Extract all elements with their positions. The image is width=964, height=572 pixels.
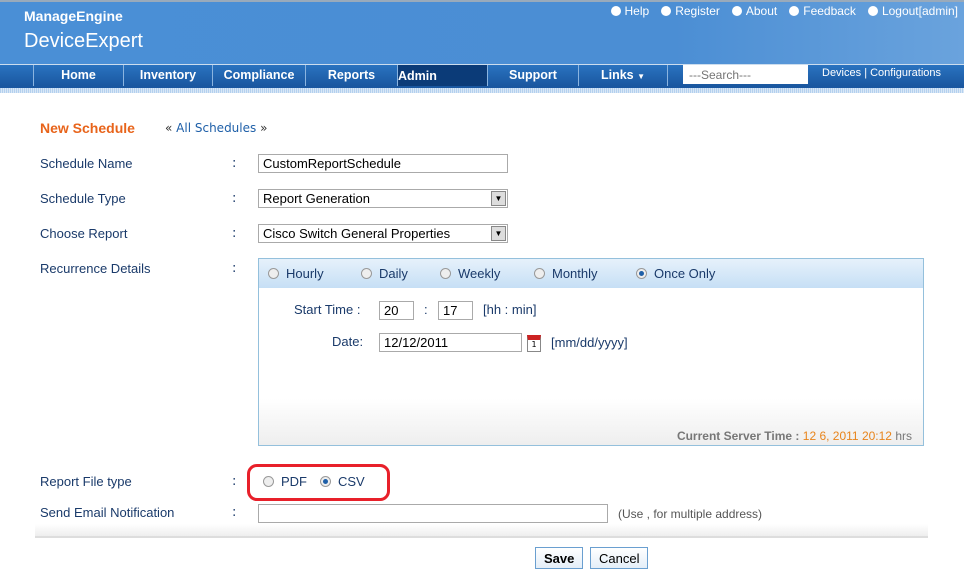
time-hint: [hh : min] (483, 302, 537, 317)
colon: : (232, 474, 237, 489)
recurrence-label: Recurrence Details (40, 261, 151, 276)
separator: | (864, 67, 868, 79)
configurations-link[interactable]: Configurations (870, 67, 941, 79)
page-title: New Schedule (40, 120, 135, 136)
tab-admin[interactable]: Admin (397, 65, 487, 86)
colon: : (232, 261, 237, 276)
radio-daily[interactable]: Daily (361, 266, 440, 281)
register-icon (661, 6, 672, 16)
date-hint: [mm/dd/yyyy] (551, 335, 628, 350)
cancel-button[interactable]: Cancel (590, 547, 649, 569)
chevron-down-icon: ▼ (491, 226, 506, 241)
radio-hourly[interactable]: Hourly (268, 266, 361, 281)
option-label: Daily (379, 266, 408, 281)
nav-stripe (0, 86, 964, 93)
quick-links: Devices | Configurations (822, 67, 941, 79)
calendar-icon[interactable]: 1 (527, 335, 541, 352)
chevron-down-icon: ▼ (491, 191, 506, 206)
date-input[interactable] (379, 333, 522, 352)
tab-home[interactable]: Home (33, 65, 123, 86)
choose-report-value: Cisco Switch General Properties (263, 226, 451, 241)
schedule-type-value: Report Generation (263, 191, 370, 206)
server-time: Current Server Time : 12 6, 2011 20:12 h… (677, 429, 912, 443)
breadcrumb: « All Schedules » (165, 121, 267, 135)
highlight-annotation (247, 464, 390, 501)
server-time-value: 12 6, 2011 20:12 (802, 429, 892, 443)
radio-icon (440, 268, 451, 279)
devices-link[interactable]: Devices (822, 67, 861, 79)
register-label: Register (675, 4, 720, 18)
option-label: Monthly (552, 266, 598, 281)
schedule-name-label: Schedule Name (40, 156, 133, 171)
radio-selected-icon (636, 268, 647, 279)
start-time-label: Start Time : (294, 302, 361, 317)
help-icon (610, 6, 621, 16)
radio-icon (268, 268, 279, 279)
tab-compliance[interactable]: Compliance (212, 65, 305, 86)
schedule-name-input[interactable] (258, 154, 508, 173)
email-label: Send Email Notification (40, 505, 175, 520)
logout-link[interactable]: Logout[admin] (867, 4, 958, 18)
search-input[interactable] (683, 65, 808, 84)
info-icon (731, 6, 742, 16)
crumb-suffix: » (260, 121, 268, 135)
help-label: Help (624, 4, 650, 18)
recurrence-options: Hourly Daily Weekly Monthly Once Only (259, 259, 923, 288)
schedule-type-select[interactable]: Report Generation ▼ (258, 189, 508, 208)
radio-weekly[interactable]: Weekly (440, 266, 534, 281)
recurrence-panel: Hourly Daily Weekly Monthly Once Only St… (258, 258, 924, 446)
email-input[interactable] (258, 504, 608, 523)
tab-reports[interactable]: Reports (305, 65, 397, 86)
server-time-label: Current Server Time : (676, 429, 800, 443)
email-hint: (Use , for multiple address) (618, 507, 763, 521)
register-link[interactable]: Register (661, 4, 720, 18)
tab-links-label: Links (600, 68, 634, 82)
feedback-label: Feedback (803, 4, 856, 18)
feedback-link[interactable]: Feedback (789, 4, 856, 18)
colon: : (232, 226, 237, 241)
colon: : (232, 191, 237, 206)
save-button[interactable]: Save (535, 547, 584, 569)
option-label: Weekly (458, 266, 501, 281)
chevron-down-icon: ▼ (637, 72, 646, 81)
file-type-label: Report File type (40, 474, 132, 489)
tab-inventory[interactable]: Inventory (123, 65, 212, 86)
minute-input[interactable] (438, 301, 473, 320)
colon: : (232, 156, 237, 171)
logout-icon (867, 6, 878, 16)
choose-report-label: Choose Report (40, 226, 128, 241)
feedback-icon (789, 6, 800, 16)
radio-once-only[interactable]: Once Only (636, 266, 715, 281)
product-name: DeviceExpert (24, 30, 143, 52)
choose-report-select[interactable]: Cisco Switch General Properties ▼ (258, 224, 508, 243)
about-label: About (745, 4, 778, 18)
tab-links[interactable]: Links ▼ (578, 65, 668, 86)
top-links: Help Register About Feedback Logout[admi… (610, 4, 958, 18)
hour-input[interactable] (379, 301, 414, 320)
radio-icon (361, 268, 372, 279)
radio-monthly[interactable]: Monthly (534, 266, 636, 281)
option-label: Once Only (654, 266, 716, 281)
option-label: Hourly (286, 266, 324, 281)
brand-logo: ManageEngine (24, 8, 123, 24)
server-time-unit: hrs (895, 429, 912, 443)
radio-icon (534, 268, 545, 279)
crumb-prefix: « (165, 121, 173, 135)
schedule-type-label: Schedule Type (40, 191, 126, 206)
date-label: Date: (332, 334, 364, 349)
main-nav: Home Inventory Compliance Reports Admin … (0, 64, 964, 86)
help-link[interactable]: Help (610, 4, 650, 18)
tab-support[interactable]: Support (487, 65, 578, 86)
time-separator: : (424, 302, 428, 317)
divider (35, 524, 928, 538)
logout-label: Logout[admin] (881, 4, 958, 18)
about-link[interactable]: About (731, 4, 778, 18)
all-schedules-link[interactable]: All Schedules (176, 121, 256, 135)
colon: : (232, 505, 237, 520)
